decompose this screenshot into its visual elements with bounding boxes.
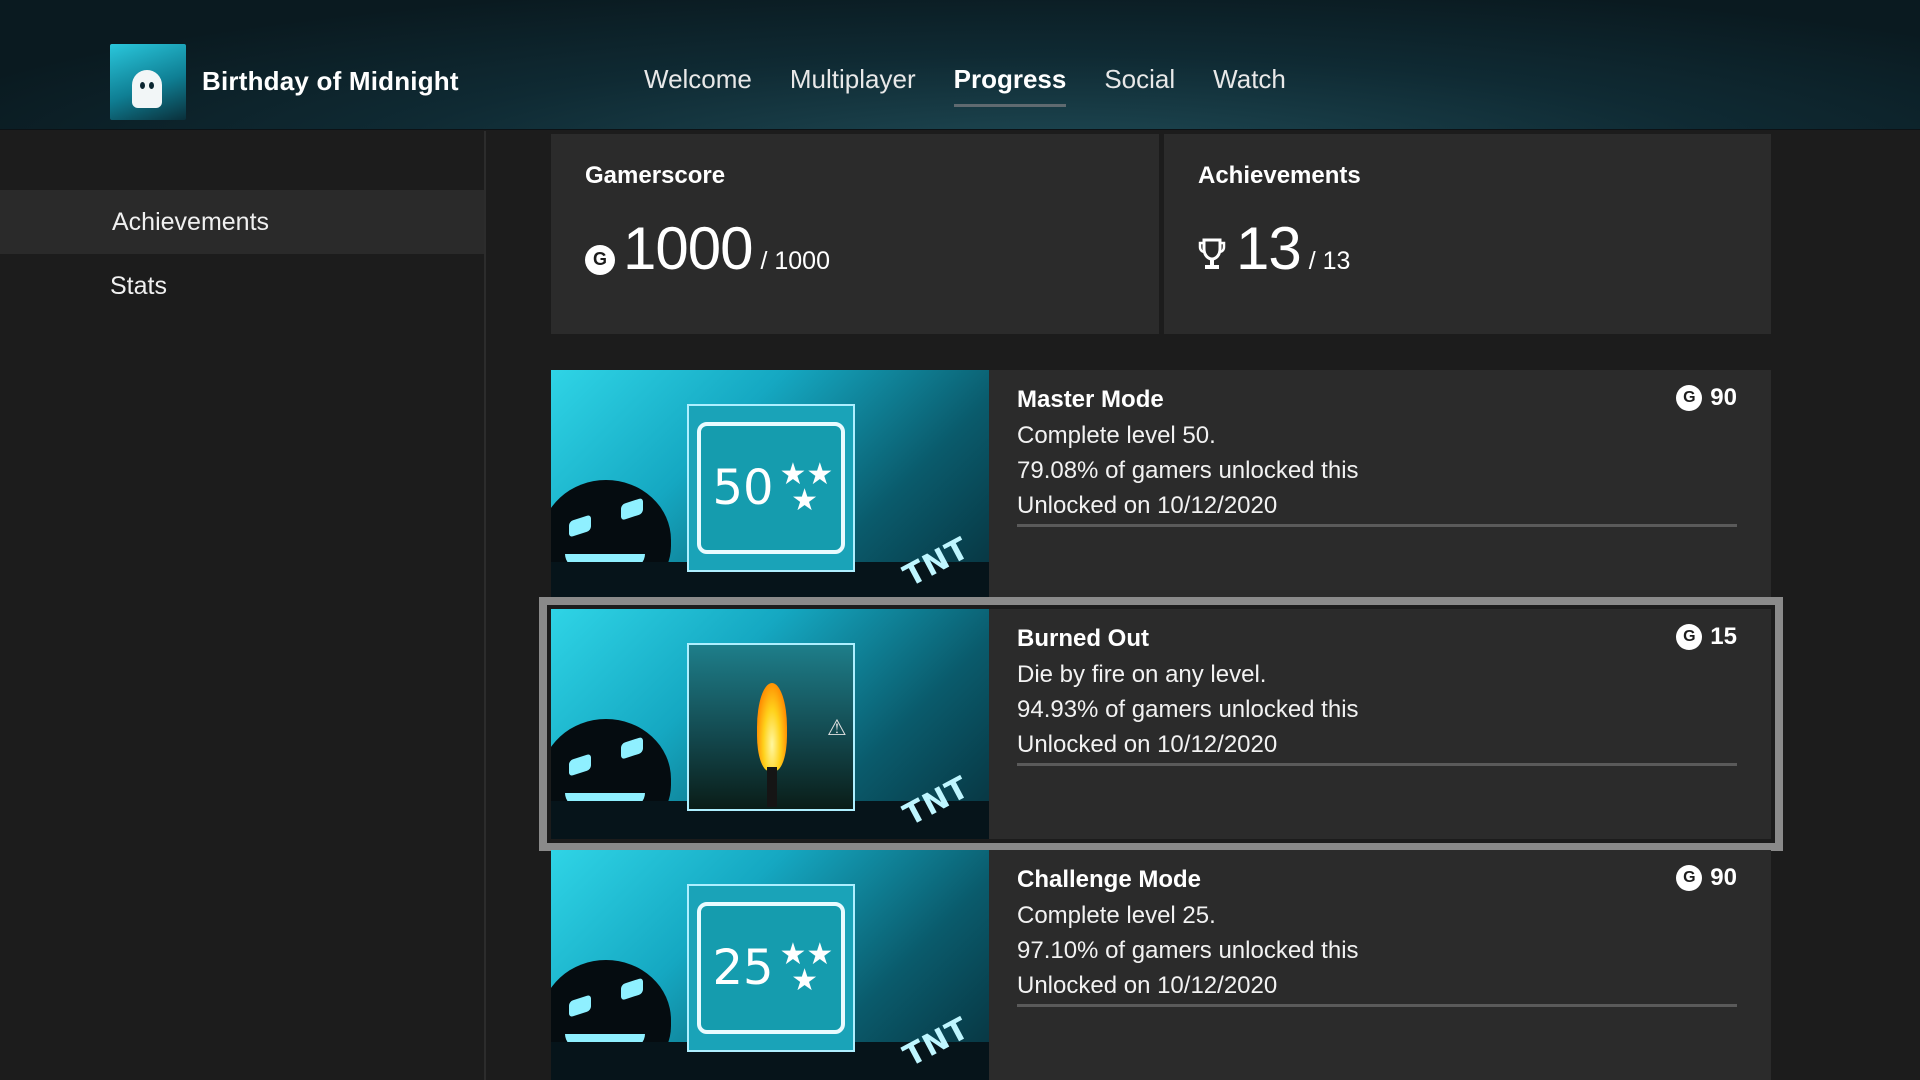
gamerscore-icon: G xyxy=(585,244,615,275)
level-badge: 50 ★★ ★ xyxy=(697,422,845,554)
achievement-gamerscore-value: 90 xyxy=(1710,864,1737,891)
achievement-divider xyxy=(1017,524,1737,527)
achievement-description: Die by fire on any level. xyxy=(1017,661,1267,688)
warning-icon: ⚠ xyxy=(827,715,847,740)
achievement-badge-frame: 25 ★★ ★ xyxy=(687,884,855,1052)
achievements-value: 13 / 13 xyxy=(1198,214,1350,283)
achievement-card-challenge-mode[interactable]: 25 ★★ ★ TNT Challenge Mode Complete level… xyxy=(551,850,1771,1080)
gamerscore-icon: G xyxy=(1676,385,1703,411)
game-icon[interactable] xyxy=(110,44,186,120)
achievement-badge-frame: ⚠ xyxy=(687,643,855,811)
achievement-gamerscore-value: 90 xyxy=(1710,384,1737,411)
ghost-icon xyxy=(132,70,162,108)
achievement-divider xyxy=(1017,1004,1737,1007)
gamerscore-total: / 1000 xyxy=(760,247,830,275)
achievements-total: / 13 xyxy=(1308,247,1351,275)
achievements-label: Achievements xyxy=(1198,162,1361,189)
achievement-description: Complete level 25. xyxy=(1017,902,1216,929)
achievement-art: 25 ★★ ★ TNT xyxy=(551,850,989,1080)
achievement-gamerscore: G 90 xyxy=(1676,864,1737,892)
nav-tabs: Welcome Multiplayer Progress Social Watc… xyxy=(644,64,1324,107)
achievement-badge-frame: 50 ★★ ★ xyxy=(687,404,855,572)
flame-icon xyxy=(757,683,787,771)
achievement-unlock-date: Unlocked on 10/12/2020 xyxy=(1017,972,1278,999)
achievement-title: Burned Out xyxy=(1017,625,1149,652)
achievements-earned: 13 xyxy=(1236,215,1302,282)
header-bar: Birthday of Midnight Welcome Multiplayer… xyxy=(0,0,1920,130)
achievement-rarity: 79.08% of gamers unlocked this xyxy=(1017,457,1359,484)
fire-scene: ⚠ xyxy=(689,645,853,809)
achievement-title: Master Mode xyxy=(1017,386,1164,413)
achievement-divider xyxy=(1017,763,1737,766)
torch-post xyxy=(767,767,777,807)
sidebar: Achievements Stats xyxy=(0,131,486,1080)
achievement-unlock-date: Unlocked on 10/12/2020 xyxy=(1017,731,1278,758)
achievement-rarity: 94.93% of gamers unlocked this xyxy=(1017,696,1359,723)
tab-social[interactable]: Social xyxy=(1104,64,1175,107)
achievement-unlock-date: Unlocked on 10/12/2020 xyxy=(1017,492,1278,519)
gamerscore-icon: G xyxy=(1676,624,1703,650)
gamerscore-earned: 1000 xyxy=(623,215,753,282)
achievement-card-master-mode[interactable]: 50 ★★ ★ TNT Master Mode Complete level 50… xyxy=(551,370,1771,600)
trophy-icon xyxy=(1198,237,1226,271)
gamerscore-icon: G xyxy=(1676,865,1703,891)
tab-progress[interactable]: Progress xyxy=(953,64,1066,107)
achievement-gamerscore: G 90 xyxy=(1676,384,1737,412)
tab-watch[interactable]: Watch xyxy=(1213,64,1286,107)
stars-icon: ★★ ★ xyxy=(779,938,834,997)
achievement-art: ⚠ TNT xyxy=(551,609,989,839)
achievement-art: 50 ★★ ★ TNT xyxy=(551,370,989,600)
stars-icon: ★★ ★ xyxy=(779,458,834,517)
gamerscore-value: G 1000 / 1000 xyxy=(585,214,830,283)
achievement-gamerscore: G 15 xyxy=(1676,623,1737,651)
achievement-gamerscore-value: 15 xyxy=(1710,623,1737,650)
level-badge: 25 ★★ ★ xyxy=(697,902,845,1034)
achievement-card-burned-out[interactable]: ⚠ TNT Burned Out Die by fire on any leve… xyxy=(539,597,1783,851)
achievement-rarity: 97.10% of gamers unlocked this xyxy=(1017,937,1359,964)
tab-welcome[interactable]: Welcome xyxy=(644,64,752,107)
achievements-tile: Achievements 13 / 13 xyxy=(1164,134,1771,334)
gamerscore-label: Gamerscore xyxy=(585,162,726,189)
sidebar-item-stats[interactable]: Stats xyxy=(0,254,484,318)
level-number: 50 xyxy=(712,460,774,516)
sidebar-item-achievements[interactable]: Achievements xyxy=(0,190,484,254)
achievement-description: Complete level 50. xyxy=(1017,422,1216,449)
achievement-title: Challenge Mode xyxy=(1017,866,1202,893)
tab-multiplayer[interactable]: Multiplayer xyxy=(790,64,916,107)
gamerscore-tile: Gamerscore G 1000 / 1000 xyxy=(551,134,1159,334)
level-number: 25 xyxy=(712,940,774,996)
game-title: Birthday of Midnight xyxy=(202,66,459,96)
